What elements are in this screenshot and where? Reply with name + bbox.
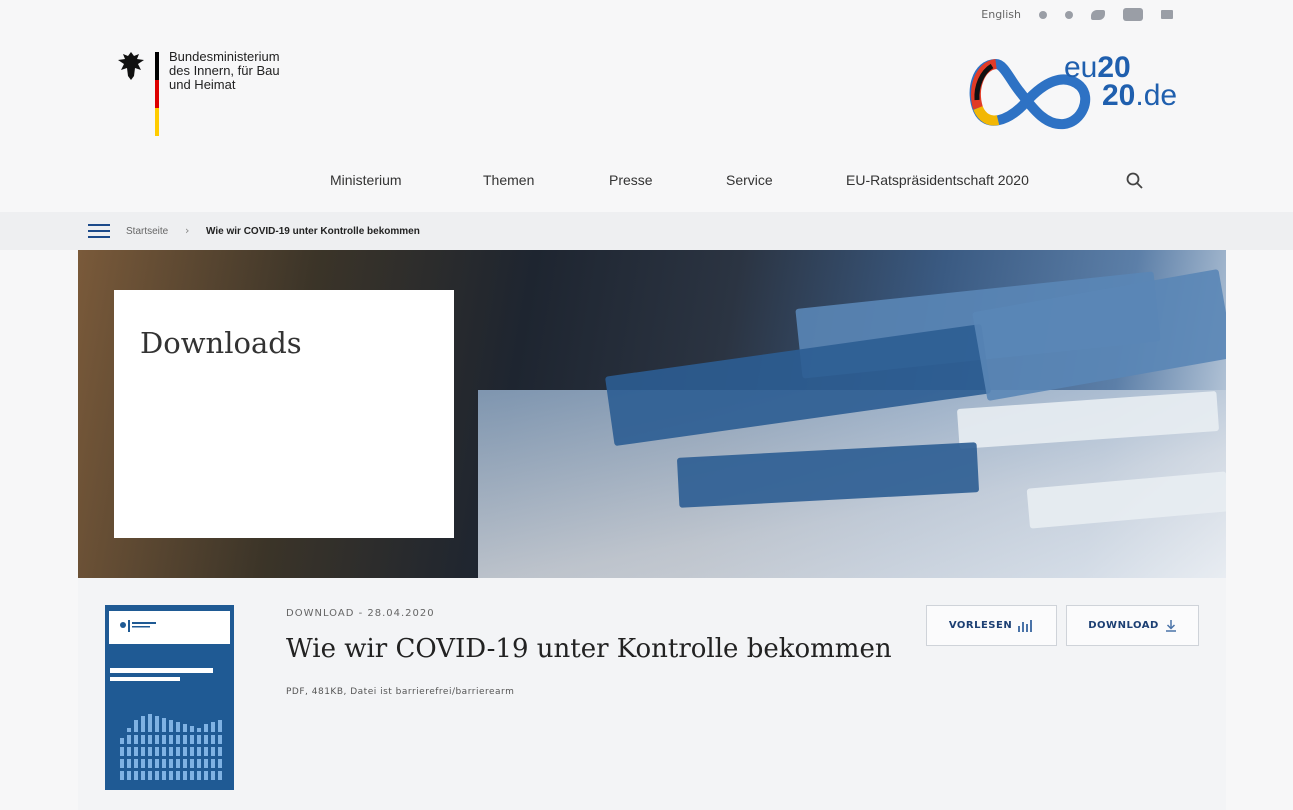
download-meta: DOWNLOAD - 28.04.2020 — [286, 608, 435, 619]
language-link[interactable]: English — [981, 8, 1021, 21]
leichte-sprache-icon[interactable] — [1065, 10, 1073, 19]
ministry-name: Bundesministerium des Innern, für Bau un… — [169, 50, 280, 136]
eu2020-text-part: 20 — [1102, 79, 1136, 112]
thumbnail-line — [110, 677, 180, 681]
file-info: PDF, 481KB, Datei ist barrierefrei/barri… — [286, 687, 515, 697]
ministry-name-line: des Innern, für Bau — [169, 63, 280, 78]
audio-bars-icon — [1018, 619, 1033, 632]
read-aloud-label: VORLESEN — [948, 620, 1013, 631]
thumbnail-logo-icon — [120, 620, 156, 632]
menu-icon[interactable] — [88, 224, 110, 239]
eu2020-text: eu20 20.de — [1064, 51, 1178, 112]
breadcrumb-current: Wie wir COVID-19 unter Kontrolle bekomme… — [206, 226, 420, 237]
youtube-icon[interactable] — [1123, 8, 1143, 21]
twitter-icon[interactable] — [1091, 9, 1105, 20]
eu2020-text-part: .de — [1135, 79, 1178, 112]
nav-item-ministerium[interactable]: Ministerium — [330, 172, 402, 188]
breadcrumb-separator-icon: › — [185, 224, 190, 237]
eu2020-text-part: eu — [1064, 51, 1098, 84]
ministry-name-line: Bundesministerium — [169, 49, 280, 64]
nav-item-themen[interactable]: Themen — [483, 172, 534, 188]
nav-item-service[interactable]: Service — [726, 172, 773, 188]
newsletter-icon[interactable] — [1161, 10, 1173, 19]
utility-bar: English — [981, 8, 1173, 21]
breadcrumb: Startseite › Wie wir COVID-19 unter Kont… — [0, 212, 1293, 250]
search-icon[interactable] — [1126, 172, 1144, 190]
ministry-logo[interactable]: Bundesministerium des Innern, für Bau un… — [117, 50, 280, 136]
german-flag-bar — [155, 52, 159, 136]
ministry-name-line: und Heimat — [169, 77, 236, 92]
thumbnail-header — [109, 611, 230, 644]
thumbnail-crowd-graphic — [105, 714, 234, 780]
thumbnail-line — [110, 668, 213, 673]
download-icon — [1165, 619, 1176, 632]
breadcrumb-home[interactable]: Startseite — [126, 226, 168, 237]
document-thumbnail[interactable] — [105, 605, 234, 790]
nav-item-eu-ratspraesidentschaft[interactable]: EU-Ratspräsidentschaft 2020 — [846, 172, 1029, 188]
gebaerdensprache-icon[interactable] — [1039, 10, 1047, 19]
nav-item-presse[interactable]: Presse — [609, 172, 653, 188]
read-aloud-button[interactable]: VORLESEN — [926, 605, 1057, 646]
document-title: Wie wir COVID-19 unter Kontrolle bekomme… — [286, 634, 892, 664]
page-title: Downloads — [140, 326, 302, 360]
eu2020-logo[interactable]: eu20 20.de — [968, 52, 1183, 132]
eagle-icon — [118, 52, 144, 80]
download-label: DOWNLOAD — [1088, 620, 1159, 631]
download-button[interactable]: DOWNLOAD — [1066, 605, 1199, 646]
main-nav: Ministerium Themen Presse Service EU-Rat… — [0, 172, 1293, 192]
